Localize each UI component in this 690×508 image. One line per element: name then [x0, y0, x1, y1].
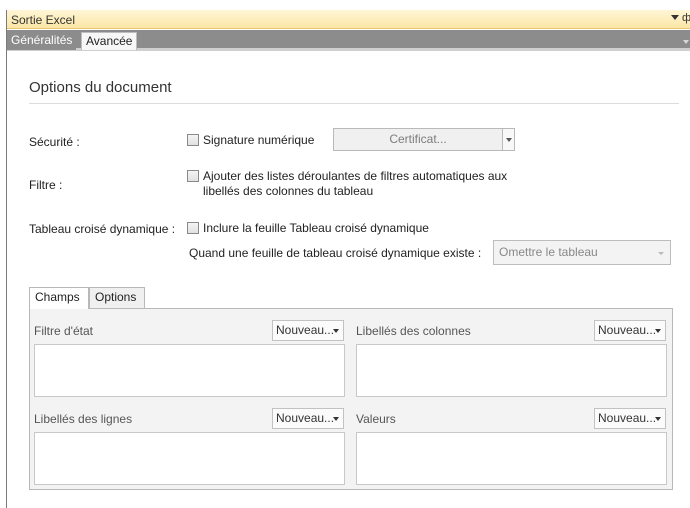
- window-title: Sortie Excel: [11, 13, 76, 27]
- certificate-button[interactable]: Certificat...: [333, 128, 503, 151]
- chevron-down-icon: [658, 252, 664, 255]
- row-labels-new-button[interactable]: Nouveau...: [272, 408, 344, 429]
- chevron-down-icon: [333, 329, 339, 333]
- certificate-dropdown-button[interactable]: [503, 128, 515, 151]
- pivot-exists-label: Quand une feuille de tableau croisé dyna…: [189, 246, 482, 260]
- filter-state-new-button-label: Nouveau...: [276, 323, 335, 337]
- fields-panel: Filtre d'état Nouveau... Libellés des co…: [29, 308, 673, 490]
- pivot-exists-select-value: Omettre le tableau: [499, 245, 598, 259]
- tab-generalites[interactable]: Généralités: [7, 32, 77, 50]
- column-labels-label: Libellés des colonnes: [356, 324, 471, 338]
- filter-label: Filtre :: [29, 178, 63, 192]
- include-pivot-sheet-checkbox[interactable]: [187, 222, 199, 234]
- values-drop-zone[interactable]: [356, 432, 667, 485]
- chevron-down-icon: [655, 417, 661, 421]
- filter-state-new-button[interactable]: Nouveau...: [272, 320, 344, 341]
- subtab-champs[interactable]: Champs: [29, 287, 89, 309]
- section-title: Options du document: [29, 79, 172, 96]
- values-new-button-label: Nouveau...: [598, 411, 657, 425]
- column-labels-new-button-label: Nouveau...: [598, 323, 657, 337]
- column-labels-new-button[interactable]: Nouveau...: [594, 320, 666, 341]
- autofilter-checkbox-label-line2: libellés des colonnes du tableau: [203, 184, 374, 198]
- tab-avancee[interactable]: Avancée: [81, 32, 138, 50]
- column-labels-drop-zone[interactable]: [356, 344, 667, 397]
- security-label: Sécurité :: [29, 135, 80, 149]
- autofilter-checkbox-label-line1: Ajouter des listes déroulantes de filtre…: [203, 169, 508, 183]
- filter-state-label: Filtre d'état: [34, 324, 93, 338]
- include-pivot-sheet-checkbox-label: Inclure la feuille Tableau croisé dynami…: [203, 221, 429, 235]
- tab-overflow-dropdown-icon[interactable]: [683, 40, 689, 44]
- sortie-excel-window: Sortie Excel ф Généralités Avancée Optio…: [6, 10, 690, 508]
- subtab-options[interactable]: Options: [89, 287, 145, 308]
- chevron-down-icon: [333, 417, 339, 421]
- filter-state-drop-zone[interactable]: [34, 344, 345, 397]
- window-menu-dropdown-icon[interactable]: [671, 15, 679, 20]
- autofilter-checkbox[interactable]: [187, 170, 199, 182]
- values-label: Valeurs: [356, 412, 396, 426]
- row-labels-new-button-label: Nouveau...: [276, 411, 335, 425]
- pivot-exists-select[interactable]: Omettre le tableau: [493, 240, 671, 265]
- chevron-down-icon: [506, 138, 512, 142]
- tab-bar: Généralités Avancée: [7, 30, 690, 51]
- chevron-down-icon: [655, 329, 661, 333]
- pivot-label: Tableau croisé dynamique :: [29, 222, 176, 236]
- section-divider: [29, 103, 679, 104]
- pin-icon[interactable]: ф: [682, 12, 690, 24]
- row-labels-drop-zone[interactable]: [34, 432, 345, 485]
- values-new-button[interactable]: Nouveau...: [594, 408, 666, 429]
- title-bar: Sortie Excel ф: [7, 10, 690, 29]
- digital-signature-checkbox[interactable]: [187, 134, 199, 146]
- row-labels-label: Libellés des lignes: [34, 412, 133, 426]
- digital-signature-checkbox-label: Signature numérique: [203, 133, 315, 147]
